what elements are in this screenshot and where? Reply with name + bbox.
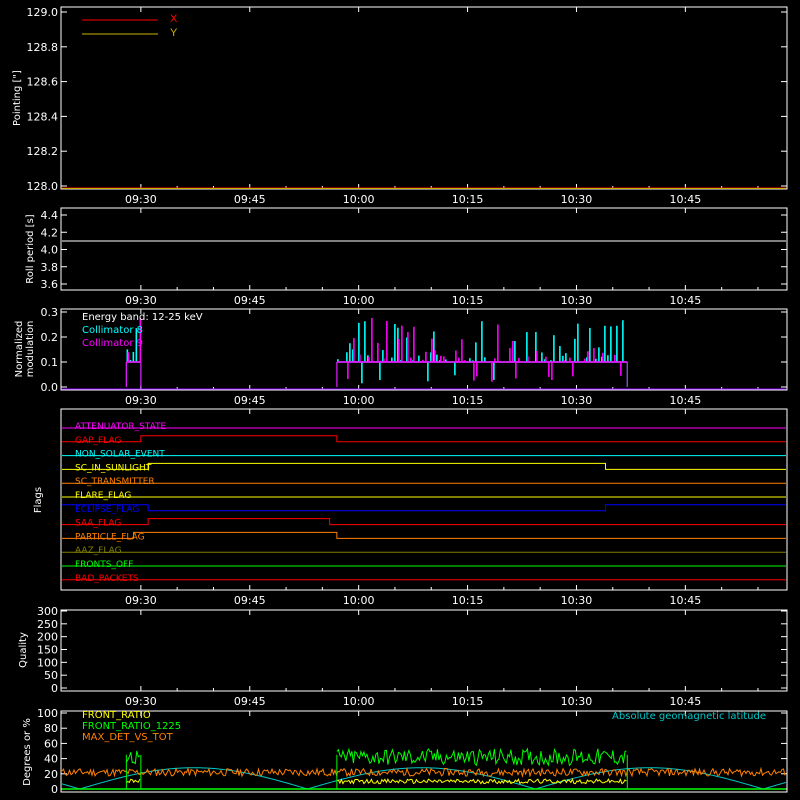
y-tick-label: 128.2 <box>27 145 59 158</box>
y-tick-label: 129.0 <box>27 6 59 19</box>
x-tick-label: 09:45 <box>234 294 266 307</box>
x-tick-label: 10:45 <box>670 294 702 307</box>
flag-label: PARTICLE_FLAG <box>75 532 145 542</box>
x-tick-label: 10:45 <box>670 594 702 607</box>
y-tick-label: 0 <box>51 783 58 796</box>
modulation-ylabel-1: Normalized <box>14 321 25 378</box>
y-tick-label: 200 <box>37 631 58 644</box>
x-tick-label: 09:45 <box>234 394 266 407</box>
collimator9-label: Collimator 9 <box>82 338 143 349</box>
energy-band-label: Energy band: 12-25 keV <box>82 312 203 323</box>
x-tick-label: 10:00 <box>343 394 375 407</box>
y-tick-label: 3.6 <box>41 278 59 291</box>
front-ratio-1225-label: FRONT_RATIO_1225 <box>82 721 181 732</box>
x-tick-label: 10:30 <box>561 695 593 708</box>
x-tick-label: 09:30 <box>125 193 157 206</box>
x-tick-label: 09:45 <box>234 695 266 708</box>
flag-label: FLARE_FLAG <box>75 491 131 501</box>
flag-label: ATTENUATOR_STATE <box>75 422 167 432</box>
y-tick-label: 50 <box>44 669 58 682</box>
y-tick-label: 20 <box>44 768 58 781</box>
y-tick-label: 0.1 <box>41 356 59 369</box>
flag-label: ECLIPSE_FLAG <box>75 505 139 515</box>
flag-label: BAD_PACKETS <box>75 574 139 584</box>
x-tick-label: 10:00 <box>343 594 375 607</box>
y-tick-label: 3.8 <box>41 261 59 274</box>
y-tick-label: 4.4 <box>41 209 59 222</box>
x-tick-label: 09:30 <box>125 294 157 307</box>
max-det-vs-tot-label: MAX_DET_VS_TOT <box>82 732 174 743</box>
x-tick-label: 10:45 <box>670 394 702 407</box>
x-tick-label: 10:30 <box>561 394 593 407</box>
x-tick-label: 10:45 <box>670 695 702 708</box>
x-tick-label: 10:15 <box>452 193 484 206</box>
front-ratio-label: FRONT_RATIO <box>82 710 151 721</box>
y-tick-label: 150 <box>37 644 58 657</box>
x-tick-label: 10:00 <box>343 193 375 206</box>
y-tick-label: 128.0 <box>27 180 59 193</box>
x-tick-label: 10:15 <box>452 594 484 607</box>
x-tick-label: 10:30 <box>561 294 593 307</box>
flag-label: SAA_FLAG <box>75 519 121 529</box>
legend-y-label: Y <box>170 27 178 39</box>
y-tick-label: 0.3 <box>41 306 59 319</box>
x-tick-label: 09:30 <box>125 594 157 607</box>
x-tick-label: 09:30 <box>125 695 157 708</box>
pointing-ylabel: Pointing ["] <box>12 70 23 126</box>
geomag-lat-label: Absolute geomagnetic latitude <box>612 711 766 722</box>
y-tick-label: 0 <box>51 682 58 695</box>
collimator8-label: Collimator 8 <box>82 325 143 336</box>
y-tick-label: 80 <box>44 722 58 735</box>
x-tick-label: 10:15 <box>452 695 484 708</box>
y-tick-label: 0.0 <box>41 381 59 394</box>
x-tick-label: 10:15 <box>452 294 484 307</box>
flag-label: SC_IN_SUNLIGHT <box>75 463 152 473</box>
y-tick-label: 128.6 <box>27 76 59 89</box>
x-tick-label: 10:00 <box>343 294 375 307</box>
x-tick-label: 10:45 <box>670 193 702 206</box>
flag-label: SC_TRANSMITTER <box>75 477 155 487</box>
x-tick-label: 09:45 <box>234 594 266 607</box>
y-tick-label: 128.8 <box>27 41 59 54</box>
y-tick-label: 300 <box>37 605 58 618</box>
flag-label: FRONTS_OFF <box>75 560 133 570</box>
x-tick-label: 09:45 <box>234 193 266 206</box>
flag-label: GAP_FLAG <box>75 436 121 446</box>
x-tick-label: 10:30 <box>561 193 593 206</box>
y-tick-label: 100 <box>37 707 58 720</box>
hessi-quicklook-figure: 129.0 128.8 128.6 128.4 128.2 128.0 09:30 09:4… <box>0 0 800 800</box>
legend-x-label: X <box>170 13 178 25</box>
x-tick-label: 10:30 <box>561 594 593 607</box>
roll-ylabel: Roll period [s] <box>25 214 36 283</box>
modulation-ylabel-2: modulation <box>25 321 36 378</box>
y-tick-label: 0.2 <box>41 331 59 344</box>
y-tick-label: 40 <box>44 753 58 766</box>
flag-label: NON_SOLAR_EVENT <box>75 450 165 460</box>
x-tick-label: 09:30 <box>125 394 157 407</box>
x-tick-label: 10:15 <box>452 394 484 407</box>
y-tick-label: 4.2 <box>41 226 59 239</box>
y-tick-label: 250 <box>37 618 58 631</box>
x-tick-label: 10:00 <box>343 695 375 708</box>
y-tick-label: 128.4 <box>27 110 59 123</box>
y-tick-label: 4.0 <box>41 244 59 257</box>
y-tick-label: 100 <box>37 656 58 669</box>
y-tick-label: 60 <box>44 737 58 750</box>
ratios-ylabel: Degrees or % <box>22 718 33 786</box>
flag-label: AAZ_FLAG <box>75 546 122 556</box>
flags-ylabel: Flags <box>33 487 44 513</box>
quality-ylabel: Quality <box>18 632 29 668</box>
